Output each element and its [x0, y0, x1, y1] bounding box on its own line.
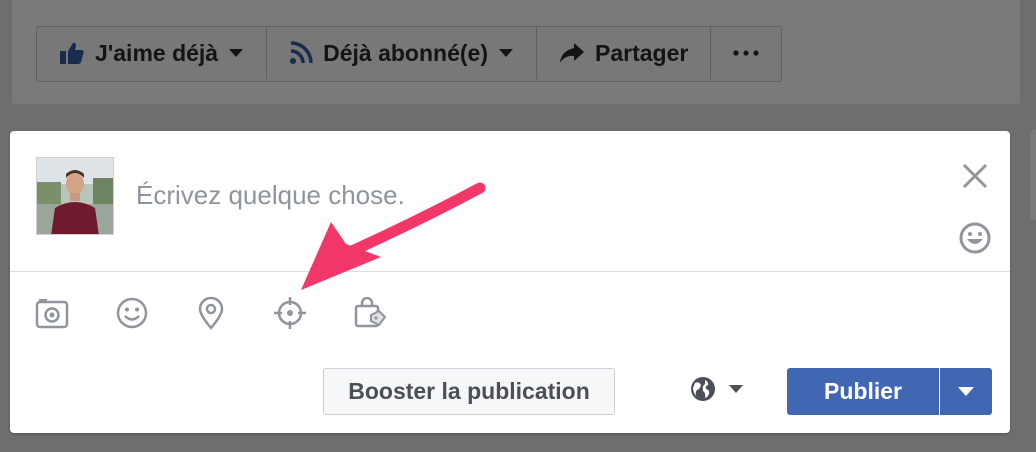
follow-button-label: Déjà abonné(e): [323, 39, 488, 66]
like-button[interactable]: J'aime déjà: [37, 27, 268, 79]
chevron-down-icon: [498, 48, 514, 58]
post-text-input[interactable]: [136, 175, 836, 215]
feeling-activity-button[interactable]: [114, 295, 150, 331]
chevron-down-icon: [729, 385, 743, 393]
add-photo-button[interactable]: [34, 295, 70, 331]
share-button[interactable]: Partager: [537, 27, 712, 79]
target-crosshair-icon: [274, 297, 306, 329]
check-in-button[interactable]: [193, 295, 229, 331]
post-composer: Booster la publication Publier: [10, 131, 1010, 433]
close-icon: [962, 163, 988, 189]
thumbs-up-icon: [59, 41, 85, 65]
avatar: [36, 157, 114, 235]
share-button-label: Partager: [594, 39, 689, 66]
boost-post-button[interactable]: Booster la publication: [323, 368, 615, 415]
side-card: [1030, 130, 1036, 220]
audience-selector[interactable]: [690, 376, 744, 402]
sell-item-button[interactable]: [352, 295, 388, 331]
more-dots-icon: [733, 50, 759, 56]
follow-button[interactable]: Déjà abonné(e): [267, 27, 537, 79]
publish-button-group: Publier: [787, 368, 992, 415]
chevron-down-icon: [228, 48, 244, 58]
camera-icon: [35, 299, 69, 329]
targeting-button[interactable]: [272, 295, 308, 331]
publish-divider: [939, 368, 940, 415]
publish-options-button[interactable]: [940, 368, 992, 415]
chevron-down-icon: [958, 387, 974, 396]
share-arrow-icon: [559, 42, 585, 64]
composer-divider: [10, 271, 1010, 272]
rss-feed-icon: [289, 41, 313, 65]
location-pin-icon: [198, 296, 224, 330]
globe-icon: [691, 377, 715, 401]
emoji-icon: [959, 222, 991, 254]
emoji-picker-button[interactable]: [958, 221, 992, 255]
page-action-bar: J'aime déjà Déjà abonné(e) Partager: [36, 26, 783, 82]
smiley-icon: [116, 297, 148, 329]
like-button-label: J'aime déjà: [95, 39, 219, 66]
shopping-bag-icon: [354, 297, 387, 328]
publish-button[interactable]: Publier: [787, 368, 939, 415]
close-button[interactable]: [958, 159, 992, 193]
more-options-button[interactable]: [711, 27, 781, 79]
